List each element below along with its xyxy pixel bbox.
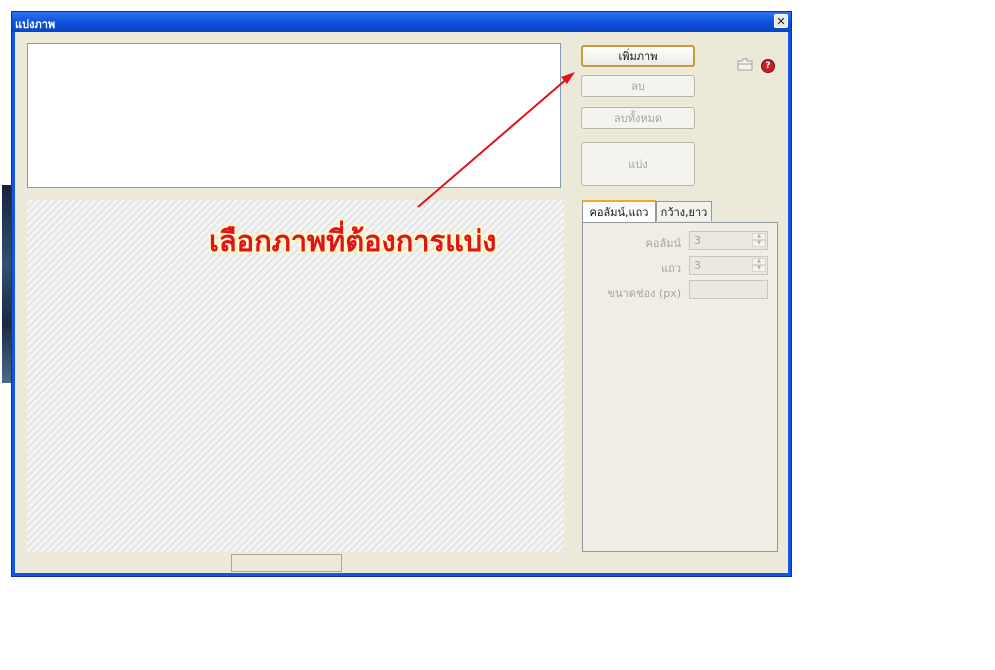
columns-stepper[interactable]: 3 ▲ ▼ [689,231,768,250]
columns-label: คอลัมน์ [645,237,681,250]
tab-width-height[interactable]: กว้าง,ยาว [656,201,712,221]
spin-up-icon[interactable]: ▲ [752,233,766,240]
rows-value: 3 [694,259,701,272]
rows-stepper[interactable]: 3 ▲ ▼ [689,256,768,275]
annotation-text: เลือกภาพที่ต้องการแบ่ง [209,224,497,258]
title-bar[interactable]: แบ่งภาพ ✕ [12,12,791,32]
delete-button[interactable]: ลบ [581,75,695,97]
help-glyph: ? [765,61,771,71]
window-title: แบ่งภาพ [15,18,56,31]
cell-size-field[interactable] [689,280,768,299]
rows-label: แถว [661,262,681,275]
close-button[interactable]: ✕ [774,14,788,28]
image-list[interactable] [27,43,561,188]
folder-icon[interactable] [737,58,753,71]
columns-spin-buttons[interactable]: ▲ ▼ [752,233,766,248]
add-image-button[interactable]: เพิ่มภาพ [581,45,695,67]
rows-spin-buttons[interactable]: ▲ ▼ [752,258,766,273]
split-button[interactable]: แบ่ง [581,142,695,186]
dialog-body: เพิ่มภาพ ลบ ลบทั้งหมด แบ่ง ? คอลัมน์,แถว… [15,32,788,573]
close-icon: ✕ [776,14,786,28]
tab-panel: คอลัมน์ 3 ▲ ▼ แถว 3 ▲ ▼ ขนาดช่อง (px) [582,222,778,552]
spin-up-icon[interactable]: ▲ [752,258,766,265]
cell-size-label: ขนาดช่อง (px) [607,287,681,300]
status-field [231,554,342,572]
help-icon[interactable]: ? [761,59,775,73]
split-image-dialog: แบ่งภาพ ✕ เพิ่มภาพ ลบ ลบทั้งหมด แบ่ง ? ค… [11,11,792,577]
delete-all-button[interactable]: ลบทั้งหมด [581,107,695,129]
spin-down-icon[interactable]: ▼ [752,265,766,272]
spin-down-icon[interactable]: ▼ [752,240,766,247]
tab-columns-rows[interactable]: คอลัมน์,แถว [582,200,656,222]
columns-value: 3 [694,234,701,247]
